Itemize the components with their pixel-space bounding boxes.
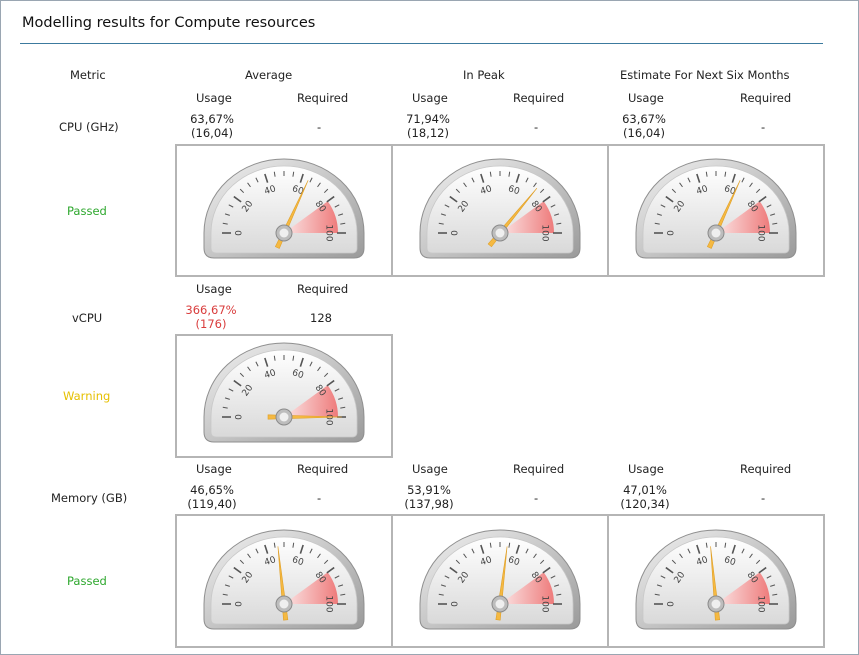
gauge-tick-label: 0 (451, 601, 461, 607)
cpu-estimate-gauge: 0 20 40 60 80 100 (607, 144, 825, 277)
gauge-tick-label: 0 (451, 230, 461, 236)
cpu-peak-usage-pct: 71,94% (406, 112, 450, 126)
cpu-est-required-value: - (761, 120, 766, 134)
vcpu-usage-pct: 366,67% (185, 303, 237, 317)
gauge-hub-center (495, 599, 505, 609)
mem-avg-required-header: Required (297, 462, 349, 476)
mem-est-usage-header: Usage (628, 462, 664, 476)
memory-peak-gauge: 0 20 40 60 80 100 (391, 514, 609, 648)
vcpu-status-text: Warning (63, 389, 111, 403)
cpu-average-gauge: 0 20 40 60 80 100 (175, 144, 393, 277)
mem-avg-usage-pct: 46,65% (190, 483, 234, 497)
cpu-peak-gauge: 0 20 40 60 80 100 (391, 144, 609, 277)
cpu-peak-required-value: - (534, 120, 539, 134)
cpu-avg-usage-pct: 63,67% (190, 112, 234, 126)
header-estimate: Estimate For Next Six Months (620, 68, 790, 82)
gauge-tick-label: 0 (235, 230, 245, 236)
mem-peak-usage-pct: 53,91% (407, 483, 451, 497)
vcpu-average-gauge: 020406080100 (175, 334, 393, 458)
cpu-peak-usage-abs: (18,12) (407, 126, 449, 140)
title-divider (20, 43, 823, 44)
cpu-peak-gauge-dial: 02040 6080100 (419, 158, 581, 259)
mem-avg-usage-value: 46,65% (119,40) (182, 483, 242, 511)
cpu-estimate-gauge-dial: 02040 6080100 (635, 158, 797, 259)
cpu-peak-required-header: Required (513, 91, 565, 105)
cpu-avg-required-value: - (317, 120, 322, 134)
mem-avg-usage-abs: (119,40) (187, 497, 237, 511)
mem-est-required-header: Required (740, 462, 792, 476)
gauge-hub-center (279, 412, 289, 422)
gauge-tick-label: 100 (756, 595, 766, 612)
memory-average-gauge-dial: 02040 6080100 (203, 529, 365, 630)
cpu-avg-required-header: Required (297, 91, 349, 105)
cpu-average-gauge-dial: 02040 6080100 (203, 158, 365, 259)
cpu-est-usage-pct: 63,67% (622, 112, 666, 126)
gauge-hub-center (279, 228, 289, 238)
vcpu-usage-header: Usage (196, 282, 232, 296)
memory-status-text: Passed (67, 574, 107, 588)
cpu-est-usage-abs: (16,04) (623, 126, 665, 140)
gauge-hub-center (711, 599, 721, 609)
gauge-tick-label: 0 (667, 230, 677, 236)
mem-est-required-value: - (761, 491, 766, 505)
panel-title: Modelling results for Compute resources (22, 15, 316, 31)
vcpu-required-header: Required (297, 282, 349, 296)
gauge-hub-center (279, 599, 289, 609)
cpu-avg-usage-value: 63,67% (16,04) (184, 112, 240, 140)
gauge-tick-label: 100 (540, 224, 550, 241)
vcpu-metric-label: vCPU (72, 311, 103, 325)
vcpu-usage-value: 366,67% (176) (180, 303, 242, 331)
mem-est-usage-abs: (120,34) (620, 497, 670, 511)
memory-metric-label: Memory (GB) (51, 491, 128, 505)
header-average: Average (245, 68, 293, 82)
gauge-hub-center (495, 228, 505, 238)
cpu-metric-label: CPU (GHz) (59, 120, 119, 134)
vcpu-required-value: 128 (310, 311, 332, 325)
cpu-peak-usage-header: Usage (412, 91, 448, 105)
cpu-status-text: Passed (67, 204, 107, 218)
memory-estimate-gauge-dial: 02040 6080100 (635, 529, 797, 630)
memory-estimate-gauge: 0 20 40 60 80 100 (607, 514, 825, 648)
vcpu-average-gauge-dial: 020406080100 (203, 342, 365, 443)
mem-est-usage-value: 47,01% (120,34) (614, 483, 676, 511)
cpu-est-required-header: Required (740, 91, 792, 105)
mem-peak-required-value: - (534, 491, 539, 505)
cpu-peak-usage-value: 71,94% (18,12) (399, 112, 457, 140)
header-in-peak: In Peak (463, 68, 505, 82)
mem-avg-required-value: - (317, 491, 322, 505)
header-metric: Metric (70, 68, 106, 82)
mem-est-usage-pct: 47,01% (623, 483, 667, 497)
vcpu-usage-abs: (176) (195, 317, 227, 331)
memory-average-gauge: 0 20 40 60 80 100 (175, 514, 393, 648)
gauge-tick-label: 100 (756, 224, 766, 241)
gauge-tick-label: 100 (324, 595, 334, 612)
memory-peak-gauge-dial: 02040 6080100 (419, 529, 581, 630)
mem-peak-usage-header: Usage (412, 462, 448, 476)
gauge-tick-label: 0 (667, 601, 677, 607)
gauge-hub-center (711, 228, 721, 238)
mem-peak-required-header: Required (513, 462, 565, 476)
gauge-tick-label: 0 (235, 414, 245, 420)
cpu-avg-usage-header: Usage (196, 91, 232, 105)
cpu-est-usage-header: Usage (628, 91, 664, 105)
mem-peak-usage-abs: (137,98) (404, 497, 454, 511)
gauge-tick-label: 0 (235, 601, 245, 607)
mem-avg-usage-header: Usage (196, 462, 232, 476)
gauge-tick-label: 100 (324, 224, 334, 241)
cpu-est-usage-value: 63,67% (16,04) (615, 112, 673, 140)
gauge-tick-label: 100 (540, 595, 550, 612)
mem-peak-usage-value: 53,91% (137,98) (398, 483, 460, 511)
cpu-avg-usage-abs: (16,04) (191, 126, 233, 140)
